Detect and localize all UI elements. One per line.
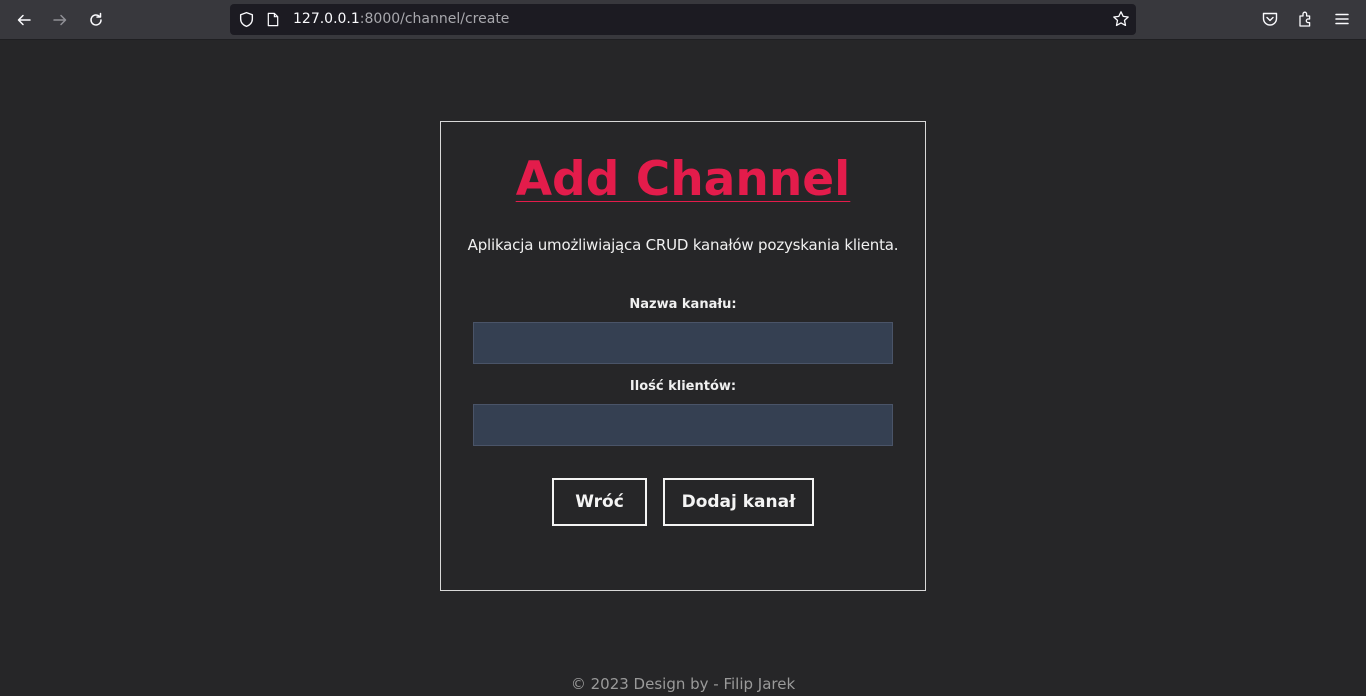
app-description: Aplikacja umożliwiająca CRUD kanałów poz… <box>467 236 899 254</box>
footer-credit: © 2023 Design by - Filip Jarek <box>570 675 796 693</box>
url-text[interactable]: 127.0.0.1:8000/channel/create <box>293 11 509 27</box>
pocket-icon[interactable] <box>1261 10 1279 28</box>
channel-name-input[interactable] <box>473 322 893 364</box>
page-title: Add Channel <box>515 152 851 207</box>
shield-icon[interactable] <box>238 11 255 28</box>
page-icon <box>267 12 279 27</box>
forward-arrow-icon[interactable] <box>46 6 74 34</box>
back-button[interactable]: Wróć <box>552 478 647 526</box>
menu-hamburger-icon[interactable] <box>1333 10 1351 28</box>
channel-name-label: Nazwa kanału: <box>629 297 737 312</box>
add-channel-button[interactable]: Dodaj kanał <box>663 478 814 526</box>
clients-count-input[interactable] <box>473 404 893 446</box>
reload-icon[interactable] <box>82 6 110 34</box>
bookmark-star-icon[interactable] <box>1112 10 1130 28</box>
browser-toolbar: 127.0.0.1:8000/channel/create <box>0 0 1366 40</box>
extensions-icon[interactable] <box>1297 10 1315 28</box>
url-bar[interactable]: 127.0.0.1:8000/channel/create <box>230 4 1136 35</box>
clients-count-label: Ilość klientów: <box>629 379 737 394</box>
add-channel-card: Add Channel Aplikacja umożliwiająca CRUD… <box>440 121 926 591</box>
back-arrow-icon[interactable] <box>10 6 38 34</box>
